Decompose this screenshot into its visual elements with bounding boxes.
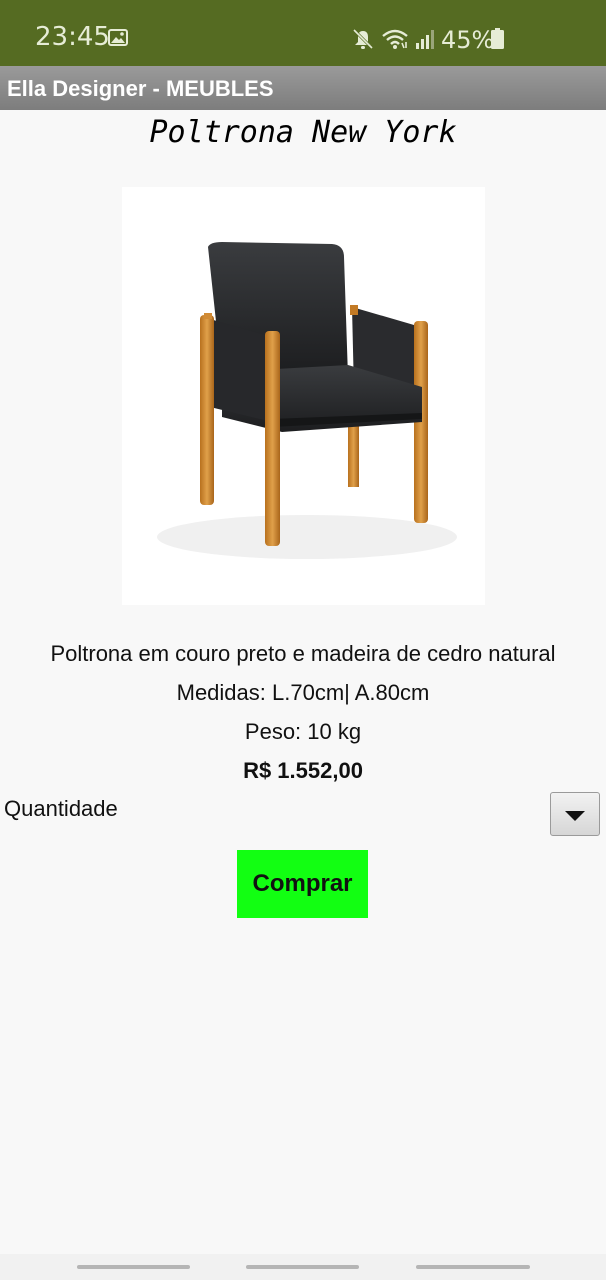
product-price: R$ 1.552,00: [243, 758, 363, 783]
product-measures: Medidas: L.70cm| A.80cm: [176, 680, 430, 705]
product-weight: Peso: 10 kg: [244, 719, 362, 744]
mute-icon: [352, 28, 374, 50]
armchair-image: [157, 242, 457, 559]
nav-recents-button[interactable]: [77, 1265, 190, 1269]
status-time: 23:45: [35, 22, 110, 52]
product-title: Poltrona New York: [149, 115, 457, 150]
battery-icon: [491, 28, 504, 49]
app-title: Ella Designer - MEUBLES: [7, 76, 274, 101]
product-image: [122, 187, 485, 605]
system-nav-bar: [0, 1254, 606, 1280]
battery-percent: 45%: [441, 26, 495, 54]
wifi-icon: [382, 29, 408, 49]
nav-home-button[interactable]: [246, 1265, 359, 1269]
product-description: Poltrona em couro preto e madeira de ced…: [50, 641, 556, 666]
app-title-bar: Ella Designer - MEUBLES: [0, 66, 606, 110]
quantity-label: Quantidade: [4, 796, 118, 821]
chevron-down-icon: [565, 811, 585, 821]
quantity-dropdown[interactable]: [550, 792, 600, 836]
status-bar: 23:45 45%: [0, 0, 606, 66]
nav-back-button[interactable]: [416, 1265, 530, 1269]
buy-button[interactable]: Comprar: [237, 850, 368, 918]
signal-icon: [416, 30, 434, 49]
image-icon: [108, 29, 128, 46]
